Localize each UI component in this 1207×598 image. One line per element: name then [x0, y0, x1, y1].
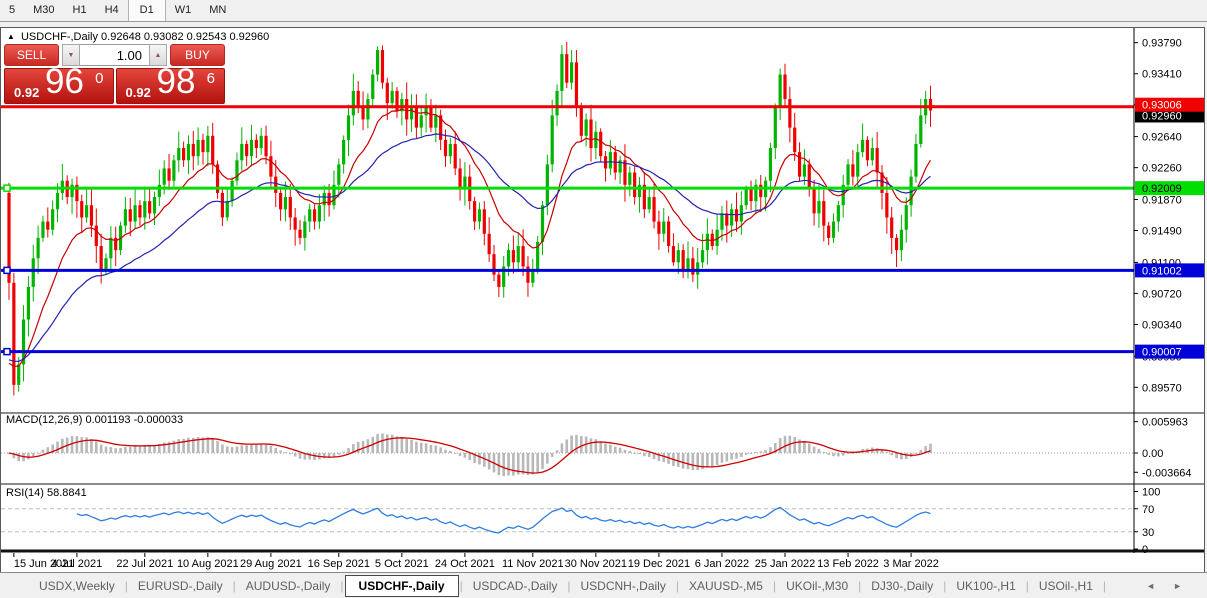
svg-text:0.91002: 0.91002: [1142, 265, 1182, 277]
chart-ohlc-values: 0.92648 0.93082 0.92543 0.92960: [101, 31, 269, 43]
macd-indicator-label: MACD(12,26,9) 0.001193 -0.000033: [6, 414, 183, 426]
chart-tab-usdx-weekly[interactable]: USDX,Weekly: [30, 575, 124, 597]
sell-price-prefix: 0.92: [14, 85, 39, 100]
buy-price-prefix: 0.92: [126, 85, 151, 100]
chart-symbol-label: USDCHF-,Daily: [21, 31, 98, 43]
svg-text:0.92260: 0.92260: [1142, 163, 1182, 175]
svg-text:10 Aug 2021: 10 Aug 2021: [177, 558, 239, 570]
chart-tab-usdcnh-daily[interactable]: USDCNH-,Daily: [572, 575, 675, 597]
chart-tab-eurusd-daily[interactable]: EURUSD-,Daily: [129, 575, 232, 597]
svg-text:0.90007: 0.90007: [1142, 347, 1182, 359]
date-axis: 15 Jun 20214 Jul 202122 Jul 202110 Aug 2…: [14, 553, 939, 570]
buy-price-button[interactable]: 0.92 98 6: [116, 68, 226, 104]
svg-text:3 Mar 2022: 3 Mar 2022: [883, 558, 939, 570]
svg-text:24 Oct 2021: 24 Oct 2021: [435, 558, 495, 570]
timeframe-toolbar: 5M30H1H4D1W1MN: [0, 0, 1207, 22]
tab-scroll-left-icon[interactable]: ◄: [1137, 581, 1164, 591]
chart-tab-usdchf-daily[interactable]: USDCHF-,Daily: [345, 575, 459, 597]
rsi-line: [77, 507, 931, 533]
mt4-terminal: { "toolbar": { "timeframes": ["5", "M30"…: [0, 0, 1207, 598]
chart-tab-dj30-daily[interactable]: DJ30-,Daily: [862, 575, 942, 597]
timeframe-button-mn[interactable]: MN: [200, 0, 235, 21]
collapse-triangle-icon[interactable]: ▲: [7, 32, 15, 41]
svg-text:4 Jul 2021: 4 Jul 2021: [52, 558, 103, 570]
svg-text:70: 70: [1142, 504, 1154, 516]
timeframe-button-w1[interactable]: W1: [166, 0, 201, 21]
hline-0.90007[interactable]: [1, 350, 1134, 353]
chart-tab-usdcad-daily[interactable]: USDCAD-,Daily: [464, 575, 567, 597]
svg-text:0.93006: 0.93006: [1142, 100, 1182, 112]
volume-input[interactable]: 1.00: [80, 44, 149, 66]
hline-0.93006[interactable]: [1, 105, 1134, 108]
hline-handle[interactable]: [4, 185, 10, 191]
svg-text:0.91490: 0.91490: [1142, 226, 1182, 238]
moving-average-13: [9, 109, 931, 366]
svg-text:100: 100: [1142, 487, 1160, 499]
chart-tab-ukoil-m30[interactable]: UKOil-,M30: [777, 575, 857, 597]
sell-price-big: 96: [45, 62, 84, 102]
timeframe-button-5[interactable]: 5: [0, 0, 24, 21]
svg-text:-0.003664: -0.003664: [1142, 467, 1192, 479]
svg-text:30: 30: [1142, 527, 1154, 539]
chart-window: 0.937900.934100.930300.926400.922600.918…: [0, 27, 1205, 572]
rsi-indicator-label: RSI(14) 58.8841: [6, 487, 87, 499]
sell-price-button[interactable]: 0.92 96 0: [4, 68, 114, 104]
svg-text:0.005963: 0.005963: [1142, 417, 1188, 429]
svg-text:0.92009: 0.92009: [1142, 183, 1182, 195]
chart-tab-bar: USDX,Weekly|EURUSD-,Daily|AUDUSD-,Daily|…: [0, 572, 1207, 598]
one-click-trade-panel: SELL ▼ 1.00 ▲ BUY 0.92 96 0 0.92 98 6: [4, 44, 225, 104]
svg-text:0.90720: 0.90720: [1142, 288, 1182, 300]
timeframe-button-d1[interactable]: D1: [128, 0, 166, 21]
timeframe-button-h1[interactable]: H1: [64, 0, 96, 21]
chart-header: ▲ USDCHF-,Daily 0.92648 0.93082 0.92543 …: [7, 31, 269, 43]
svg-text:30 Nov 2021: 30 Nov 2021: [565, 558, 627, 570]
chart-tab-usoil-h1[interactable]: USOil-,H1: [1030, 575, 1102, 597]
svg-text:0.93410: 0.93410: [1142, 69, 1182, 81]
svg-text:0.92960: 0.92960: [1142, 110, 1182, 122]
rsi-pane: [1, 507, 1134, 533]
main-chart-svg: 0.937900.934100.930300.926400.922600.918…: [1, 28, 1204, 571]
svg-text:25 Jan 2022: 25 Jan 2022: [755, 558, 816, 570]
chart-tab-audusd-daily[interactable]: AUDUSD-,Daily: [237, 575, 340, 597]
svg-text:22 Jul 2021: 22 Jul 2021: [116, 558, 173, 570]
hline-0.92009[interactable]: [1, 187, 1134, 190]
svg-text:0.92640: 0.92640: [1142, 132, 1182, 144]
chart-tab-uk100-h1[interactable]: UK100-,H1: [947, 575, 1024, 597]
tab-divider: |: [1102, 579, 1107, 593]
chart-tab-xauusd-m5[interactable]: XAUUSD-,M5: [680, 575, 772, 597]
timeframe-button-h4[interactable]: H4: [96, 0, 128, 21]
svg-text:5 Oct 2021: 5 Oct 2021: [375, 558, 429, 570]
svg-text:0.93790: 0.93790: [1142, 38, 1182, 50]
svg-text:0.00: 0.00: [1142, 448, 1163, 460]
svg-text:16 Sep 2021: 16 Sep 2021: [308, 558, 370, 570]
svg-text:29 Aug 2021: 29 Aug 2021: [240, 558, 302, 570]
svg-text:11 Nov 2021: 11 Nov 2021: [502, 558, 564, 570]
svg-text:0.90340: 0.90340: [1142, 319, 1182, 331]
svg-text:13 Feb 2022: 13 Feb 2022: [817, 558, 879, 570]
timeframe-button-m30[interactable]: M30: [24, 0, 63, 21]
hline-0.91002[interactable]: [1, 269, 1134, 272]
buy-price-big: 98: [157, 62, 196, 102]
svg-text:6 Jan 2022: 6 Jan 2022: [695, 558, 749, 570]
buy-price-pip: 6: [207, 70, 215, 87]
svg-text:19 Dec 2021: 19 Dec 2021: [628, 558, 690, 570]
hline-handle[interactable]: [4, 349, 10, 355]
svg-text:0.89570: 0.89570: [1142, 382, 1182, 394]
tab-scroll-right-icon[interactable]: ►: [1164, 581, 1191, 591]
svg-text:0.91870: 0.91870: [1142, 194, 1182, 206]
sell-price-pip: 0: [95, 70, 103, 87]
hline-handle[interactable]: [4, 267, 10, 273]
svg-text:0: 0: [1142, 544, 1148, 556]
